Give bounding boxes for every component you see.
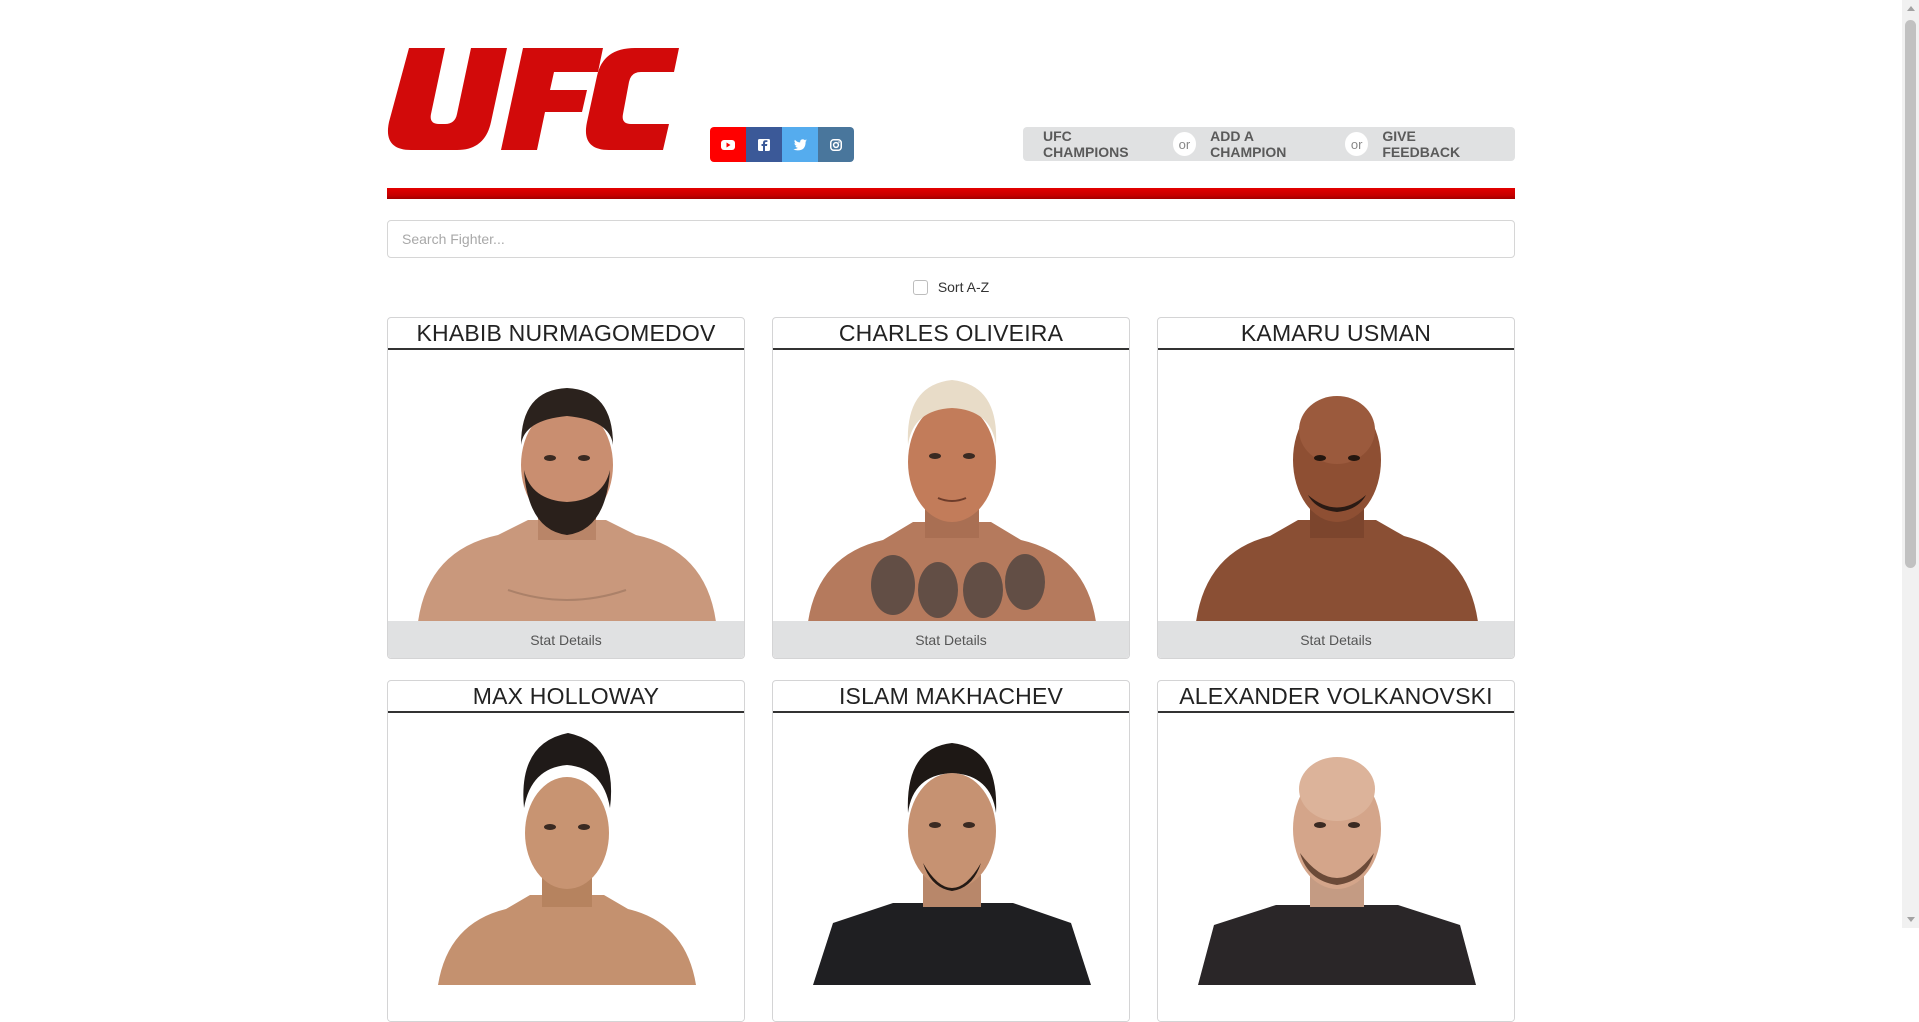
fighter-card: KHABIB NURMAGOMEDOV Stat Details [387,317,745,659]
fighter-card: KAMARU USMAN Stat Details [1157,317,1515,659]
fighter-card: MAX HOLLOWAY [387,680,745,1022]
fighter-photo [1158,713,1514,1021]
facebook-button[interactable] [746,127,782,162]
fighter-photo [773,713,1129,1021]
youtube-button[interactable] [710,127,746,162]
twitter-icon [793,138,807,150]
social-buttons [710,127,854,162]
fighter-grid: KHABIB NURMAGOMEDOV Stat Details CHARLES… [387,317,1515,1022]
page-scrollbar[interactable] [1902,0,1919,928]
ufc-logo[interactable] [387,48,680,152]
fighter-photo [388,350,744,621]
or-divider: or [1172,132,1197,156]
sort-label[interactable]: Sort A-Z [938,279,989,295]
instagram-button[interactable] [818,127,854,162]
nav-button-group: UFC CHAMPIONS or ADD A CHAMPION or GIVE … [1023,127,1515,161]
give-feedback-button[interactable]: GIVE FEEDBACK [1362,127,1515,161]
fighter-name: MAX HOLLOWAY [388,681,744,713]
search-input[interactable] [387,220,1515,258]
facebook-icon [758,138,770,151]
add-champion-button[interactable]: ADD A CHAMPION [1190,127,1351,161]
stat-details-button[interactable]: Stat Details [1158,621,1514,658]
fighter-card: ISLAM MAKHACHEV [772,680,1130,1022]
fighter-name: CHARLES OLIVEIRA [773,318,1129,350]
stat-details-button[interactable]: Stat Details [388,621,744,658]
ufc-champions-button[interactable]: UFC CHAMPIONS [1023,127,1179,161]
fighter-card: CHARLES OLIVEIRA Stat Details [772,317,1130,659]
fighter-photo [388,713,744,1021]
fighter-name: ISLAM MAKHACHEV [773,681,1129,713]
fighter-card: ALEXANDER VOLKANOVSKI [1157,680,1515,1022]
sort-toggle: Sort A-Z [387,279,1515,295]
twitter-button[interactable] [782,127,818,162]
fighter-photo [773,350,1129,621]
header-divider [387,188,1515,199]
fighter-photo [1158,350,1514,621]
youtube-icon [721,139,735,150]
fighter-name: KHABIB NURMAGOMEDOV [388,318,744,350]
instagram-icon [830,138,842,151]
sort-checkbox[interactable] [912,279,928,295]
fighter-name: KAMARU USMAN [1158,318,1514,350]
fighter-name: ALEXANDER VOLKANOVSKI [1158,681,1514,713]
scrollbar-thumb[interactable] [1905,20,1916,568]
scroll-up-icon[interactable] [1907,6,1915,11]
scroll-down-icon[interactable] [1907,917,1915,922]
stat-details-button[interactable]: Stat Details [773,621,1129,658]
